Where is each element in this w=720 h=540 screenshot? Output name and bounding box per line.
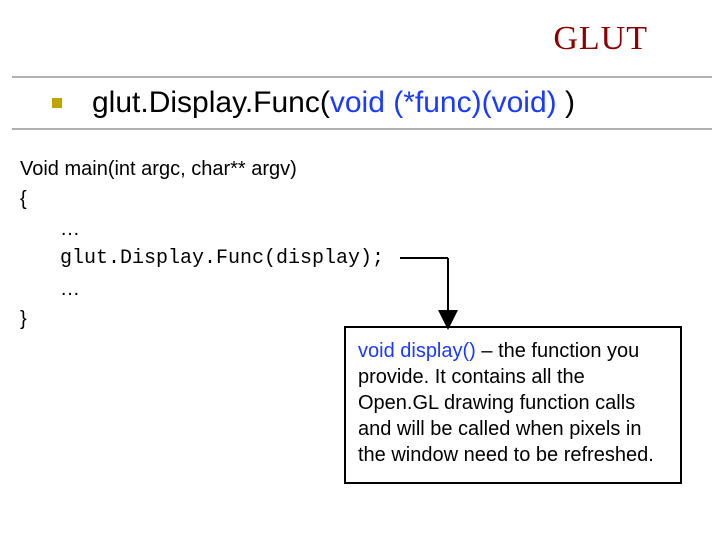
code-line: … — [20, 214, 384, 244]
arrow-icon — [400, 248, 460, 338]
subtitle-prefix: glut.Display.Func( — [92, 86, 330, 119]
callout-lead: void display() — [358, 340, 476, 362]
code-line: } — [20, 304, 384, 334]
subtitle-bar: glut.Display.Func(void (*func)(void) ) — [12, 76, 712, 130]
code-line: { — [20, 184, 384, 214]
code-block: Void main(int argc, char** argv) { … glu… — [20, 154, 384, 334]
callout-box: void display() – the function you provid… — [344, 326, 682, 484]
page-title: GLUT — [553, 20, 648, 58]
code-line: Void main(int argc, char** argv) — [20, 154, 384, 184]
code-line-call: glut.Display.Func(display); — [20, 244, 384, 274]
code-line: … — [20, 274, 384, 304]
subtitle-args: void (*func)(void) — [330, 86, 565, 119]
slide: GLUT glut.Display.Func(void (*func)(void… — [0, 0, 720, 540]
bullet-icon — [52, 98, 62, 108]
subtitle-suffix: ) — [565, 86, 575, 119]
